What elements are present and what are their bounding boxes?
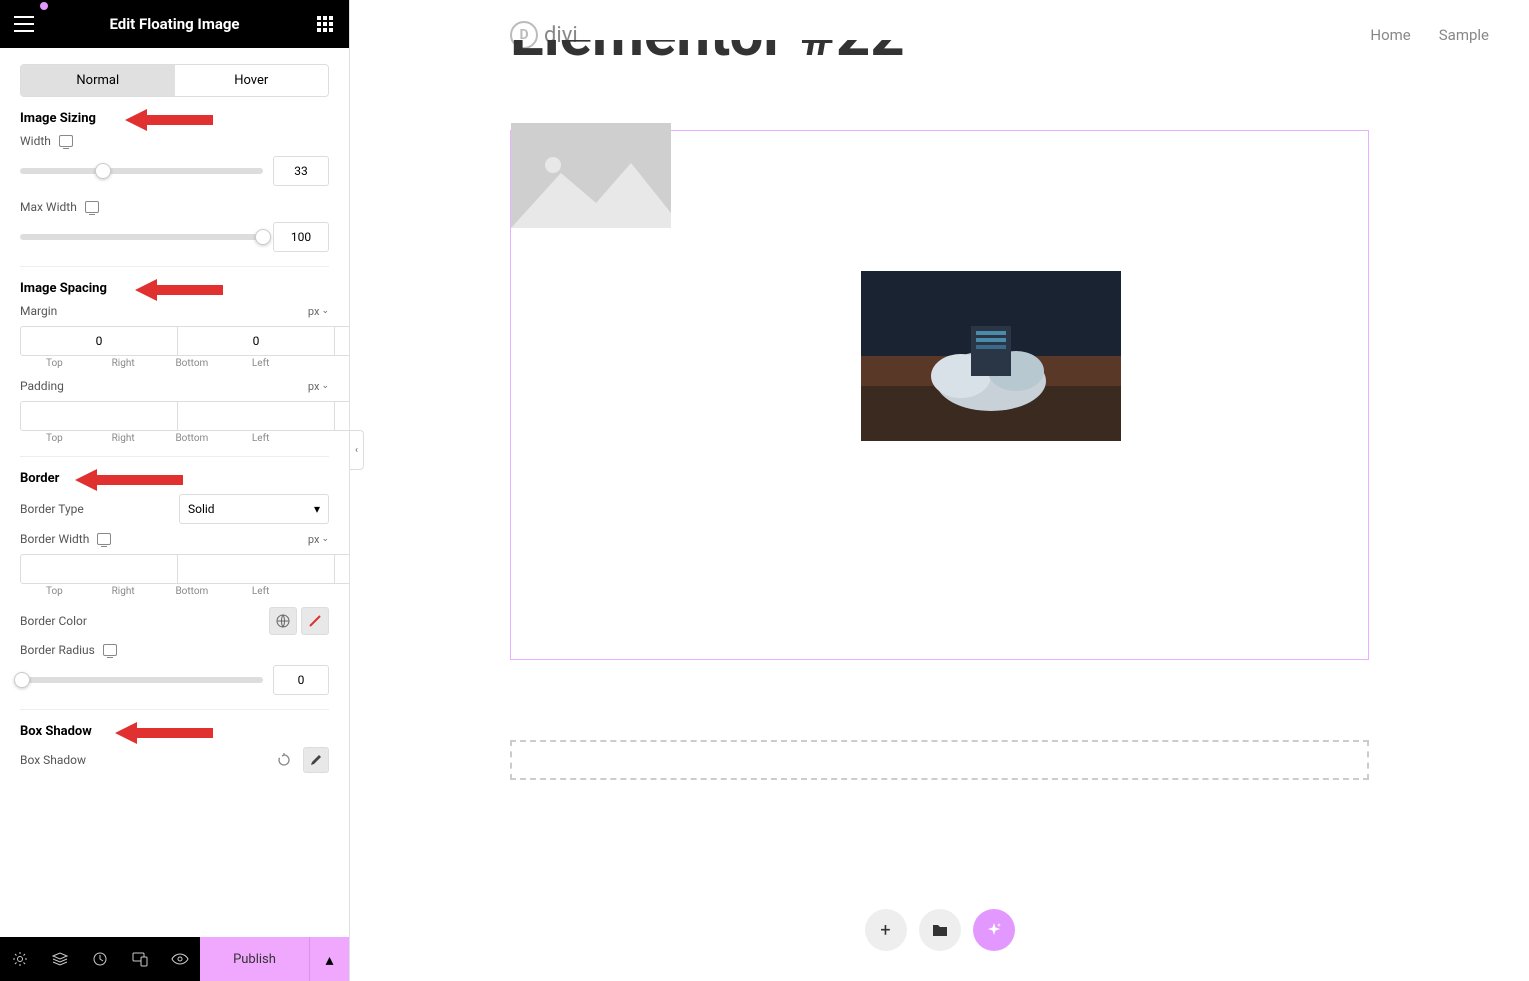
section-border: Border [20, 471, 329, 486]
color-swatch[interactable] [301, 607, 329, 635]
padding-right[interactable] [177, 401, 335, 431]
bw-top[interactable] [20, 554, 178, 584]
panel-title: Edit Floating Image [109, 15, 239, 33]
width-label: Width [20, 134, 73, 148]
menu-icon[interactable] [12, 12, 36, 36]
margin-label: Margin [20, 304, 57, 318]
section-label: Image Sizing [20, 111, 96, 126]
margin-top[interactable] [20, 326, 178, 356]
responsive-mode-icon[interactable] [120, 937, 160, 981]
maxwidth-slider[interactable] [20, 234, 263, 240]
section-label: Image Spacing [20, 281, 107, 296]
page-title: Elementor #22 [350, 40, 1529, 70]
apps-icon[interactable] [313, 12, 337, 36]
publish-button[interactable]: Publish [200, 937, 309, 981]
settings-icon[interactable] [0, 937, 40, 981]
margin-inputs [20, 326, 329, 356]
preview-area: ‹ Ddivi Home Sample Elementor #22 [350, 0, 1529, 981]
history-icon[interactable] [80, 937, 120, 981]
border-width-inputs [20, 554, 329, 584]
border-radius-label: Border Radius [20, 643, 117, 657]
padding-top[interactable] [20, 401, 178, 431]
radius-slider[interactable] [20, 677, 263, 683]
arrow-annotation [125, 107, 215, 133]
sidebar-footer: Publish ▴ [0, 937, 349, 981]
border-type-select[interactable]: Solid▾ [179, 494, 329, 524]
navigator-icon[interactable] [40, 937, 80, 981]
nav-home[interactable]: Home [1370, 26, 1410, 44]
fab-toolbar: + [865, 909, 1015, 951]
folder-icon[interactable] [919, 909, 961, 951]
tab-hover[interactable]: Hover [175, 65, 329, 96]
arrow-annotation [75, 467, 185, 493]
bw-bottom[interactable] [334, 554, 349, 584]
preview-icon[interactable] [160, 937, 200, 981]
state-tabs: Normal Hover [20, 64, 329, 97]
section-image-sizing: Image Sizing [20, 111, 329, 126]
responsive-icon[interactable] [103, 644, 117, 656]
site-nav: Home Sample [1370, 26, 1489, 44]
radius-input[interactable] [273, 665, 329, 695]
box-shadow-label: Box Shadow [20, 753, 86, 767]
margin-bottom[interactable] [334, 326, 349, 356]
panel-body[interactable]: Normal Hover Image Sizing Width Max Widt… [0, 48, 349, 937]
margin-right[interactable] [177, 326, 335, 356]
section-label: Box Shadow [20, 724, 92, 739]
maxwidth-label: Max Width [20, 200, 99, 214]
width-slider[interactable] [20, 168, 263, 174]
sidebar-header: Edit Floating Image [0, 0, 349, 48]
arrow-annotation [135, 277, 225, 303]
section-box-shadow: Box Shadow [20, 724, 329, 739]
responsive-icon[interactable] [59, 135, 73, 147]
border-width-unit[interactable]: px⌄ [308, 533, 329, 546]
arrow-annotation [115, 720, 215, 746]
responsive-icon[interactable] [97, 533, 111, 545]
responsive-icon[interactable] [85, 201, 99, 213]
border-type-label: Border Type [20, 502, 84, 516]
edit-icon[interactable] [303, 747, 329, 773]
nav-sample[interactable]: Sample [1439, 26, 1489, 44]
ai-icon[interactable] [973, 909, 1015, 951]
bw-right[interactable] [177, 554, 335, 584]
tab-normal[interactable]: Normal [21, 65, 175, 96]
publish-options[interactable]: ▴ [309, 937, 349, 981]
empty-section[interactable] [510, 740, 1369, 780]
padding-unit[interactable]: px⌄ [308, 380, 329, 393]
border-color-label: Border Color [20, 614, 87, 628]
section-label: Border [20, 471, 59, 486]
border-width-label: Border Width [20, 532, 111, 546]
section-image-spacing: Image Spacing [20, 281, 329, 296]
elementor-section[interactable] [510, 130, 1369, 660]
padding-label: Padding [20, 379, 64, 393]
padding-bottom[interactable] [334, 401, 349, 431]
collapse-handle[interactable]: ‹ [350, 430, 364, 470]
padding-inputs [20, 401, 329, 431]
placeholder-image[interactable] [511, 123, 671, 228]
width-input[interactable] [273, 156, 329, 186]
maxwidth-input[interactable] [273, 222, 329, 252]
elementor-sidebar: Edit Floating Image Normal Hover Image S… [0, 0, 350, 981]
floating-image[interactable] [861, 271, 1121, 441]
add-section-icon[interactable]: + [865, 909, 907, 951]
reset-icon[interactable] [271, 747, 297, 773]
margin-unit[interactable]: px⌄ [308, 305, 329, 318]
globe-icon[interactable] [269, 607, 297, 635]
